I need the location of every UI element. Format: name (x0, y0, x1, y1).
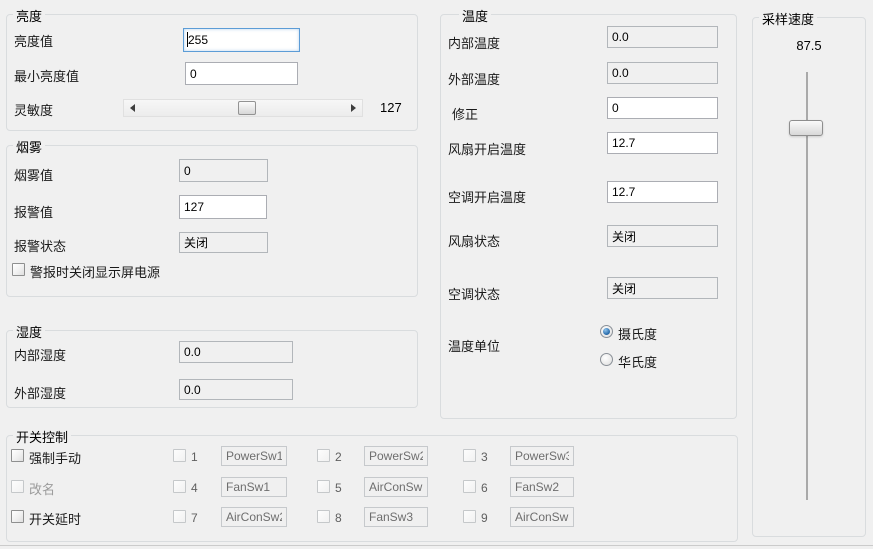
correction-label: 修正 (452, 104, 478, 123)
switch-5-number: 5 (335, 481, 342, 495)
switch-9-checkbox (463, 510, 476, 523)
correction-input[interactable] (607, 97, 718, 119)
switch-8-number: 8 (335, 511, 342, 525)
switch-3-checkbox (463, 449, 476, 462)
smoke-value-field[interactable] (179, 159, 268, 182)
switch-delay-checkbox[interactable] (11, 510, 24, 523)
switch-1-number: 1 (191, 450, 198, 464)
celsius-radio-label[interactable]: 摄氏度 (618, 324, 657, 343)
brightness-value-label: 亮度值 (14, 31, 53, 50)
switch-3-number: 3 (481, 450, 488, 464)
switch-2-number: 2 (335, 450, 342, 464)
ac-status-label: 空调状态 (448, 284, 500, 303)
smoke-group-title: 烟雾 (13, 137, 45, 156)
fahrenheit-radio[interactable] (600, 353, 613, 366)
rename-checkbox (11, 480, 24, 493)
switch-4-name-field (221, 477, 287, 497)
switch-3-name-field (510, 446, 574, 466)
external-temp-field[interactable] (607, 62, 718, 84)
internal-temp-field[interactable] (607, 26, 718, 48)
min-brightness-label: 最小亮度值 (14, 66, 79, 85)
alarm-status-field[interactable] (179, 232, 268, 253)
external-humidity-field[interactable] (179, 379, 293, 400)
sampling-slider-thumb[interactable] (789, 120, 823, 136)
temperature-group-title: 温度 (459, 6, 491, 25)
fan-on-temp-label: 风扇开启温度 (448, 139, 526, 158)
sampling-value: 87.5 (752, 38, 866, 53)
switch-8-checkbox (317, 510, 330, 523)
switch-2-checkbox (317, 449, 330, 462)
brightness-group-title: 亮度 (13, 6, 45, 25)
internal-temp-label: 内部温度 (448, 33, 500, 52)
sensitivity-scrollbar-thumb[interactable] (238, 101, 256, 115)
switch-7-name-field (221, 507, 287, 527)
switch-1-name-field (221, 446, 287, 466)
sensitivity-value: 127 (380, 100, 402, 115)
scroll-left-arrow-icon[interactable] (130, 104, 135, 112)
sensitivity-label: 灵敏度 (14, 100, 53, 119)
switch-4-checkbox (173, 480, 186, 493)
ac-status-field[interactable] (607, 277, 718, 299)
fan-status-label: 风扇状态 (448, 231, 500, 250)
switch-6-name-field (510, 477, 574, 497)
switch-delay-checkbox-label[interactable]: 开关延时 (29, 509, 81, 528)
internal-humidity-label: 内部湿度 (14, 345, 66, 364)
panel-bottom-edge (0, 545, 873, 546)
sampling-slider-track[interactable] (806, 72, 808, 500)
brightness-value-input[interactable] (183, 28, 300, 52)
switch-8-name-field (364, 507, 428, 527)
switch-5-checkbox (317, 480, 330, 493)
ac-on-temp-input[interactable] (607, 181, 718, 203)
switch-control-group-title: 开关控制 (13, 427, 71, 446)
internal-humidity-field[interactable] (179, 341, 293, 363)
smoke-value-label: 烟雾值 (14, 165, 53, 184)
rename-checkbox-label: 改名 (29, 479, 55, 498)
sensitivity-scrollbar[interactable] (123, 99, 363, 117)
force-manual-checkbox[interactable] (11, 449, 24, 462)
switch-6-checkbox (463, 480, 476, 493)
switch-6-number: 6 (481, 481, 488, 495)
switch-2-name-field (364, 446, 428, 466)
external-temp-label: 外部温度 (448, 69, 500, 88)
alarm-status-label: 报警状态 (14, 236, 66, 255)
force-manual-checkbox-label[interactable]: 强制手动 (29, 448, 81, 467)
humidity-group-title: 湿度 (13, 322, 45, 341)
alarm-value-input[interactable] (179, 195, 267, 219)
alarm-poweroff-checkbox[interactable] (12, 263, 25, 276)
switch-7-number: 7 (191, 511, 198, 525)
text-caret (187, 32, 188, 47)
sampling-group: 采样速度 (752, 17, 866, 537)
ac-on-temp-label: 空调开启温度 (448, 187, 526, 206)
external-humidity-label: 外部湿度 (14, 383, 66, 402)
switch-9-name-field (510, 507, 574, 527)
min-brightness-input[interactable] (185, 62, 298, 85)
switch-4-number: 4 (191, 481, 198, 495)
alarm-value-label: 报警值 (14, 202, 53, 221)
celsius-radio[interactable] (600, 325, 613, 338)
temp-unit-label: 温度单位 (448, 336, 500, 355)
switch-7-checkbox (173, 510, 186, 523)
alarm-poweroff-checkbox-label[interactable]: 警报时关闭显示屏电源 (30, 262, 160, 281)
settings-panel: 亮度 亮度值 最小亮度值 灵敏度 127 烟雾 烟雾值 报警值 报警状态 警报时… (0, 0, 873, 549)
switch-9-number: 9 (481, 511, 488, 525)
sampling-group-title: 采样速度 (759, 9, 817, 28)
scroll-right-arrow-icon[interactable] (351, 104, 356, 112)
fan-status-field[interactable] (607, 225, 718, 247)
fan-on-temp-input[interactable] (607, 132, 718, 154)
switch-1-checkbox (173, 449, 186, 462)
switch-5-name-field (364, 477, 428, 497)
fahrenheit-radio-label[interactable]: 华氏度 (618, 352, 657, 371)
